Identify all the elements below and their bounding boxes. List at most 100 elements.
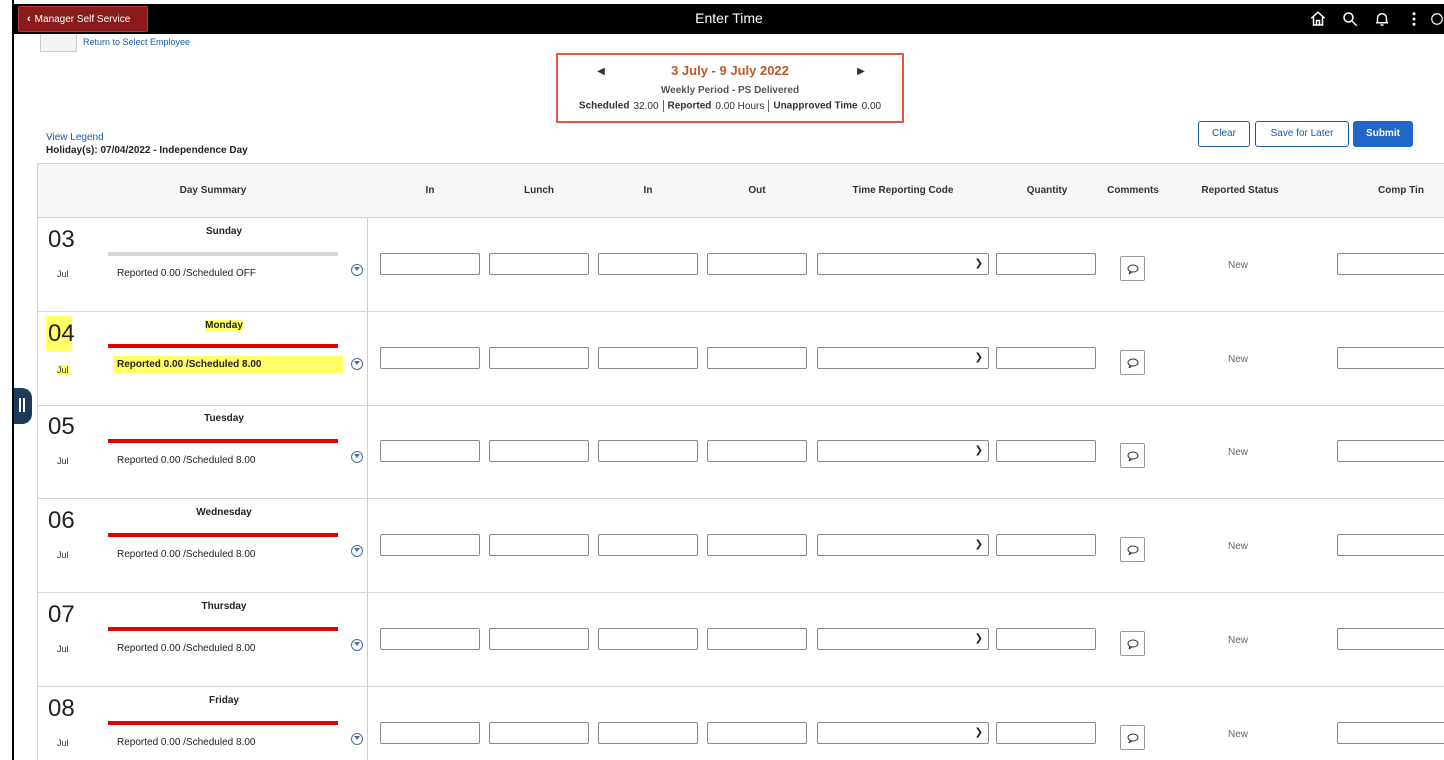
col-reported-status: Reported Status (1201, 185, 1279, 196)
day-number: 03 (48, 226, 75, 253)
time-reporting-code-select[interactable]: ❯ (817, 628, 989, 650)
comment-button[interactable] (1120, 256, 1145, 281)
quantity-input[interactable] (996, 347, 1096, 369)
table-row: 03 Jul Sunday Reported 0.00 /Scheduled O… (38, 218, 1444, 312)
comp-time-input[interactable] (1337, 722, 1444, 744)
view-legend-link[interactable]: View Legend (46, 132, 104, 143)
bell-icon[interactable] (1366, 4, 1398, 34)
quantity-input[interactable] (996, 253, 1096, 275)
home-icon[interactable] (1302, 4, 1334, 34)
in-time-2-input[interactable] (598, 347, 698, 369)
shortfall-bar (108, 533, 338, 537)
day-month: Jul (57, 738, 69, 748)
day-number: 07 (48, 601, 75, 628)
lunch-time-input[interactable] (489, 628, 589, 650)
quantity-input[interactable] (996, 440, 1096, 462)
lunch-time-input[interactable] (489, 722, 589, 744)
table-row: 06 Jul Wednesday Reported 0.00 /Schedule… (38, 499, 1444, 593)
comp-time-input[interactable] (1337, 628, 1444, 650)
stat-divider (768, 100, 770, 112)
chevron-down-icon: ❯ (974, 727, 983, 738)
quantity-input[interactable] (996, 722, 1096, 744)
lunch-time-input[interactable] (489, 440, 589, 462)
more-vertical-icon[interactable] (1398, 4, 1430, 34)
lunch-time-input[interactable] (489, 347, 589, 369)
comment-icon (1127, 358, 1139, 368)
table-row: 04 Jul Monday Reported 0.00 /Scheduled 8… (38, 312, 1444, 406)
side-panel-toggle[interactable] (14, 388, 32, 424)
col-comp-time: Comp Tin (1378, 185, 1424, 196)
comp-time-input[interactable] (1337, 253, 1444, 275)
time-reporting-code-select[interactable]: ❯ (817, 534, 989, 556)
in-time-2-input[interactable] (598, 628, 698, 650)
in-time-2-input[interactable] (598, 253, 698, 275)
out-time-input[interactable] (707, 628, 807, 650)
comment-button[interactable] (1120, 631, 1145, 656)
chevron-down-icon: ❯ (974, 539, 983, 550)
comment-button[interactable] (1120, 725, 1145, 750)
col-in: In (425, 185, 435, 196)
expand-row-icon[interactable] (351, 264, 363, 276)
top-icon-group (1302, 4, 1444, 34)
in-time-input[interactable] (380, 347, 480, 369)
day-number: 04 (48, 320, 75, 347)
chevron-down-icon: ❯ (974, 633, 983, 644)
out-time-input[interactable] (707, 440, 807, 462)
out-time-input[interactable] (707, 534, 807, 556)
comment-icon (1127, 639, 1139, 649)
table-row: 07 Jul Thursday Reported 0.00 /Scheduled… (38, 593, 1444, 687)
in-time-2-input[interactable] (598, 534, 698, 556)
save-for-later-button[interactable]: Save for Later (1255, 121, 1349, 147)
reported-summary: Reported 0.00 /Scheduled 8.00 (117, 549, 256, 560)
out-time-input[interactable] (707, 253, 807, 275)
day-name: Wednesday (196, 507, 252, 518)
expand-row-icon[interactable] (351, 639, 363, 651)
in-time-input[interactable] (380, 253, 480, 275)
expand-row-icon[interactable] (351, 451, 363, 463)
time-reporting-code-select[interactable]: ❯ (817, 440, 989, 462)
col-time-reporting-code: Time Reporting Code (852, 185, 954, 196)
compass-icon[interactable] (1430, 4, 1444, 34)
reported-value: 0.00 Hours (715, 100, 765, 112)
search-icon[interactable] (1334, 4, 1366, 34)
reported-summary: Reported 0.00 /Scheduled 8.00 (113, 356, 343, 373)
time-reporting-code-select[interactable]: ❯ (817, 722, 989, 744)
reported-status: New (1228, 260, 1249, 271)
quantity-input[interactable] (996, 534, 1096, 556)
reported-label: Reported (667, 100, 712, 112)
col-quantity: Quantity (1026, 185, 1068, 196)
in-time-input[interactable] (380, 628, 480, 650)
comment-button[interactable] (1120, 537, 1145, 562)
lunch-time-input[interactable] (489, 253, 589, 275)
in-time-input[interactable] (380, 440, 480, 462)
quantity-input[interactable] (996, 628, 1096, 650)
expand-row-icon[interactable] (351, 545, 363, 557)
lunch-time-input[interactable] (489, 534, 589, 556)
comp-time-input[interactable] (1337, 347, 1444, 369)
reported-summary: Reported 0.00 /Scheduled OFF (117, 268, 256, 279)
comment-button[interactable] (1120, 350, 1145, 375)
period-navigator: ◀ 3 July - 9 July 2022 ▶ Weekly Period -… (556, 53, 904, 123)
day-month: Jul (57, 269, 69, 279)
submit-button[interactable]: Submit (1353, 121, 1413, 147)
in-time-input[interactable] (380, 534, 480, 556)
time-reporting-code-select[interactable]: ❯ (817, 253, 989, 275)
in-time-2-input[interactable] (598, 722, 698, 744)
comp-time-input[interactable] (1337, 534, 1444, 556)
out-time-input[interactable] (707, 347, 807, 369)
clear-button[interactable]: Clear (1198, 121, 1250, 147)
day-month: Jul (57, 644, 69, 654)
expand-row-icon[interactable] (351, 733, 363, 745)
comp-time-input[interactable] (1337, 440, 1444, 462)
unapproved-value: 0.00 (861, 100, 882, 112)
out-time-input[interactable] (707, 722, 807, 744)
day-name: Friday (208, 695, 239, 706)
expand-row-icon[interactable] (351, 358, 363, 370)
next-period-icon[interactable]: ▶ (854, 65, 868, 79)
return-to-select-employee-link[interactable]: Return to Select Employee (83, 37, 190, 47)
comment-button[interactable] (1120, 443, 1145, 468)
reported-status: New (1228, 729, 1249, 740)
in-time-2-input[interactable] (598, 440, 698, 462)
in-time-input[interactable] (380, 722, 480, 744)
time-reporting-code-select[interactable]: ❯ (817, 347, 989, 369)
